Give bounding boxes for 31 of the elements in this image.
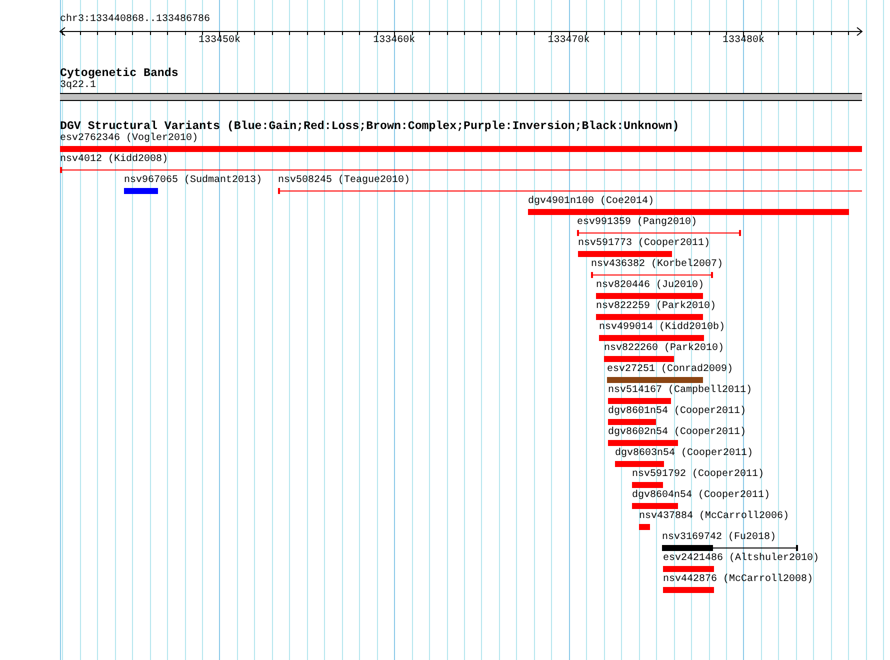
position-label: chr3:133440868..133486786 <box>60 14 210 26</box>
tick-label: 133450k <box>198 35 240 47</box>
variant-label: dgv8602n54 (Cooper2011) <box>608 427 746 439</box>
variant-label: nsv499014 (Kidd2010b) <box>599 322 726 334</box>
variant-label: esv2762346 (Vogler2010) <box>60 133 198 145</box>
variant-label: dgv8604n54 (Cooper2011) <box>632 490 770 502</box>
variant-label: nsv442876 (McCarroll2008) <box>663 574 814 586</box>
variant-label: nsv591773 (Cooper2011) <box>578 238 710 250</box>
variant-label: nsv822260 (Park2010) <box>604 343 724 355</box>
variant-label: nsv591792 (Cooper2011) <box>632 469 764 481</box>
variant-label: nsv822259 (Park2010) <box>596 301 716 313</box>
track-title: DGV Structural Variants (Blue:Gain;Red:Loss;Brown:Complex;Purple:Inversion;Black:Unknown) <box>60 121 680 133</box>
variant-label: esv27251 (Conrad2009) <box>607 364 734 376</box>
variant-label: nsv508245 (Teague2010) <box>278 175 410 187</box>
tick-label: 133470k <box>548 35 590 47</box>
variant-label: esv991359 (Pang2010) <box>577 217 698 229</box>
variant-label: nsv967065 (Sudmant2013) <box>124 175 262 187</box>
variant-label: nsv436382 (Korbel2007) <box>591 259 724 271</box>
variant-label: nsv3169742 (Fu2018) <box>662 532 776 544</box>
variant-label: nsv4012 (Kidd2008) <box>60 154 168 166</box>
tick-label: 133460k <box>373 35 416 47</box>
track-title: Cytogenetic Bands <box>60 68 178 80</box>
band-label: 3q22.1 <box>60 80 96 92</box>
variant-label: dgv4901n100 (Coe2014) <box>528 196 654 208</box>
variant-label: nsv514167 (Campbell2011) <box>608 385 752 397</box>
variant-label: dgv8601n54 (Cooper2011) <box>608 406 746 418</box>
tick-label: 133480k <box>722 35 764 47</box>
variant-label: esv2421486 (Altshuler2010) <box>663 553 820 565</box>
variant-label: nsv437884 (McCarroll2006) <box>639 511 790 523</box>
variant-label: nsv820446 (Ju2010) <box>596 280 704 292</box>
variant-label: dgv8603n54 (Cooper2011) <box>615 448 754 460</box>
